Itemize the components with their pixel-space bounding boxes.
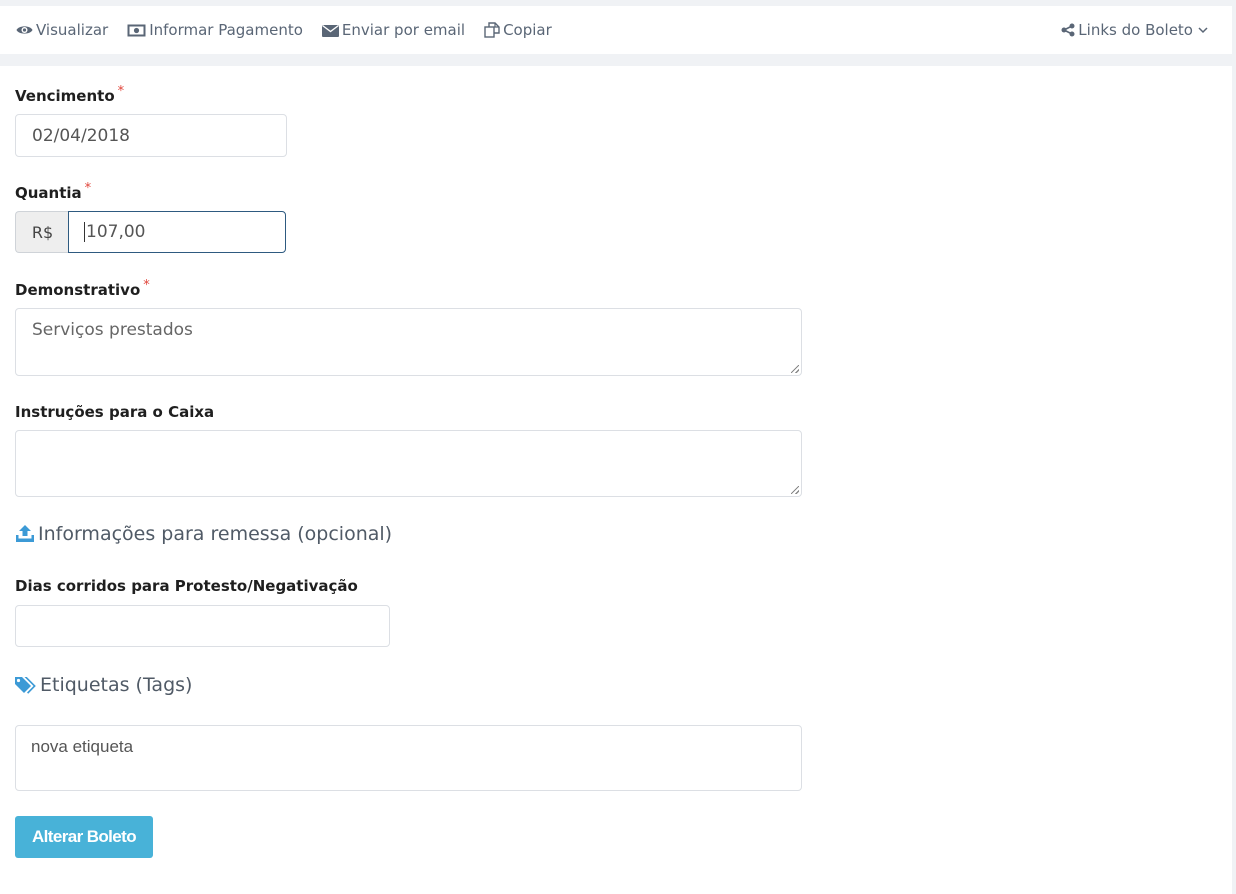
action-toolbar: Visualizar Informar Pagamento Enviar por… xyxy=(0,6,1232,54)
alterar-boleto-button[interactable]: Alterar Boleto xyxy=(15,816,153,858)
resize-handle[interactable] xyxy=(791,365,799,373)
text-caret xyxy=(84,222,85,242)
dias-protesto-label-text: Dias corridos para Protesto/Negativação xyxy=(15,577,358,595)
resize-handle[interactable] xyxy=(791,486,799,494)
money-icon xyxy=(127,24,146,36)
links-boleto-label: Links do Boleto xyxy=(1078,21,1193,39)
informar-pagamento-button[interactable]: Informar Pagamento xyxy=(127,21,303,39)
tags-input[interactable]: nova etiqueta xyxy=(15,725,802,791)
share-icon xyxy=(1061,23,1075,37)
dias-protesto-label: Dias corridos para Protesto/Negativação xyxy=(15,577,358,595)
links-boleto-dropdown[interactable]: Links do Boleto xyxy=(1061,21,1212,39)
quantia-label: Quantia * xyxy=(15,181,92,202)
quantia-input[interactable]: 107,00 xyxy=(68,211,286,253)
dias-protesto-input[interactable] xyxy=(15,605,390,647)
boleto-form-panel: Vencimento * 02/04/2018 Quantia * R$ 107,0… xyxy=(0,66,1232,894)
currency-symbol: R$ xyxy=(31,222,54,242)
vencimento-label: Vencimento * xyxy=(15,84,125,105)
instrucoes-textarea[interactable] xyxy=(15,430,802,497)
vencimento-label-text: Vencimento xyxy=(15,87,115,105)
required-mark: * xyxy=(84,181,92,196)
enviar-email-label: Enviar por email xyxy=(341,21,466,39)
informar-pagamento-label: Informar Pagamento xyxy=(149,21,303,39)
chevron-down-icon xyxy=(1198,27,1208,34)
tags-section-title: Etiquetas (Tags) xyxy=(15,674,192,696)
demonstrativo-label-text: Demonstrativo xyxy=(15,281,141,299)
required-mark: * xyxy=(143,278,150,293)
instrucoes-label: Instruções para o Caixa xyxy=(15,403,214,421)
currency-addon: R$ xyxy=(15,211,69,253)
tags-section-text: Etiquetas (Tags) xyxy=(40,674,193,696)
remessa-section-text: Informações para remessa (opcional) xyxy=(38,523,393,545)
required-mark: * xyxy=(117,84,125,99)
quantia-label-text: Quantia xyxy=(15,184,82,202)
visualizar-button[interactable]: Visualizar xyxy=(16,21,108,39)
copiar-button[interactable]: Copiar xyxy=(484,21,552,39)
tags-icon xyxy=(15,677,36,694)
instrucoes-label-text: Instruções para o Caixa xyxy=(15,403,215,421)
eye-icon xyxy=(16,26,33,34)
remessa-section-title: Informações para remessa (opcional) xyxy=(15,523,392,545)
page-scroll-edge xyxy=(1232,0,1236,894)
enviar-email-button[interactable]: Enviar por email xyxy=(321,21,466,39)
vencimento-value: 02/04/2018 xyxy=(32,125,130,146)
copy-icon xyxy=(484,22,500,38)
tags-placeholder: nova etiqueta xyxy=(31,737,134,756)
vencimento-input[interactable]: 02/04/2018 xyxy=(15,114,287,157)
envelope-icon xyxy=(321,24,339,37)
visualizar-label: Visualizar xyxy=(36,21,109,39)
demonstrativo-value: Serviços prestados xyxy=(32,320,193,340)
demonstrativo-label: Demonstrativo * xyxy=(15,278,150,299)
demonstrativo-textarea[interactable]: Serviços prestados xyxy=(15,308,802,376)
copiar-label: Copiar xyxy=(503,21,552,39)
quantia-value: 107,00 xyxy=(86,222,146,242)
upload-icon xyxy=(16,525,34,542)
